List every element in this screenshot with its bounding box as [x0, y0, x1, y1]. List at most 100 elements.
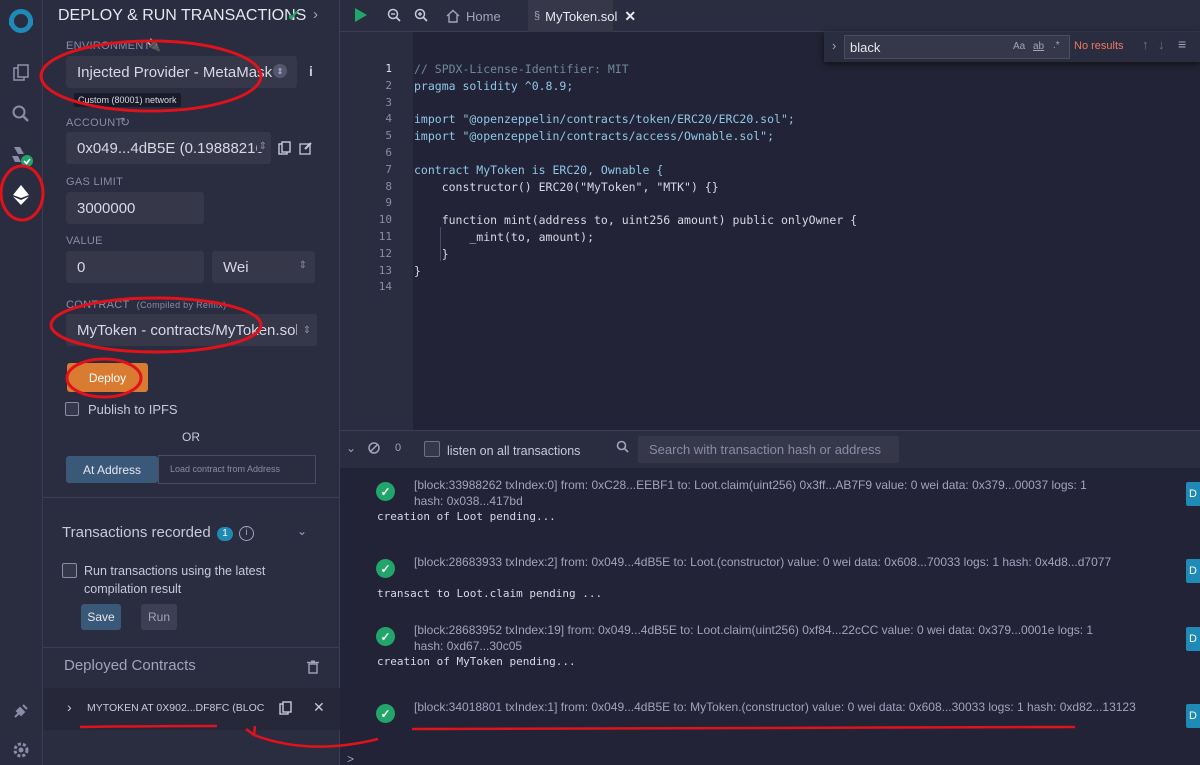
search-icon[interactable]: [6, 99, 36, 129]
value-unit-select[interactable]: Wei ⇕: [212, 251, 315, 283]
clear-icon[interactable]: [368, 441, 380, 459]
terminal-prompt[interactable]: >: [347, 752, 354, 765]
line-number: 13: [378, 263, 392, 277]
chevron-right-icon[interactable]: ›: [832, 38, 836, 53]
at-address-button[interactable]: At Address: [66, 456, 158, 483]
plugin-manager-icon[interactable]: [6, 696, 36, 726]
contract-sublabel: (Compiled by Remix): [136, 300, 227, 310]
deployed-contract-item[interactable]: › MYTOKEN AT 0X902...DF8FC (BLOC ✕: [43, 688, 340, 730]
regex-toggle[interactable]: .*: [1053, 40, 1060, 51]
close-icon[interactable]: ✕: [313, 699, 325, 716]
log-entry[interactable]: [block:33988262 txIndex:0] from: 0xC28..…: [414, 477, 1184, 509]
find-input[interactable]: black Aa ab .*: [844, 35, 1070, 59]
line-number: 11: [378, 230, 392, 243]
code-line: contract MyToken is ERC20, Ownable {: [414, 162, 664, 177]
chevron-right-icon[interactable]: ›: [313, 6, 318, 23]
line-number: 4: [385, 112, 392, 126]
log-line: [block:34018801 txIndex:1] from: 0x049..…: [414, 700, 1136, 714]
trash-icon[interactable]: [307, 660, 319, 679]
contract-label-text: CONTRACT: [66, 299, 130, 311]
refresh-icon[interactable]: ↻: [120, 115, 130, 129]
pending-message: creation of Loot pending...: [377, 510, 556, 523]
tab-home[interactable]: Home: [438, 0, 528, 32]
line-number: 7: [385, 162, 392, 176]
code-line: }: [414, 263, 421, 278]
gas-limit-label: GAS LIMIT: [66, 176, 124, 188]
play-icon[interactable]: [354, 7, 368, 28]
info-icon[interactable]: i: [309, 63, 313, 79]
divider: [43, 647, 340, 648]
or-label: OR: [182, 430, 200, 444]
remix-logo-icon[interactable]: [6, 6, 36, 36]
at-address-input[interactable]: Load contract from Address: [158, 455, 316, 484]
pending-message: creation of MyToken pending...: [377, 655, 576, 668]
line-number: 9: [385, 196, 392, 210]
debug-button[interactable]: D: [1186, 704, 1200, 728]
chevron-right-icon[interactable]: ›: [67, 699, 72, 715]
match-case-toggle[interactable]: Aa: [1013, 41, 1025, 52]
panel-title: DEPLOY & RUN TRANSACTIONS: [58, 7, 307, 24]
gas-limit-input[interactable]: 3000000: [66, 192, 204, 224]
terminal-toolbar: ⌄ 0 listen on all transactions Search wi…: [340, 430, 1200, 468]
run-latest-line1: Run transactions using the latest: [84, 564, 266, 578]
value-input[interactable]: 0: [66, 251, 204, 283]
copy-icon[interactable]: [278, 141, 291, 160]
save-button[interactable]: Save: [81, 604, 121, 630]
contract-label: CONTRACT (Compiled by Remix): [66, 299, 226, 311]
listen-checkbox[interactable]: [424, 441, 440, 457]
code-line: import "@openzeppelin/contracts/token/ER…: [414, 112, 795, 127]
icon-bar: [0, 0, 43, 765]
info-circle-icon[interactable]: i: [239, 526, 254, 541]
file-explorer-icon[interactable]: [6, 58, 36, 88]
verified-check-icon: ✔: [287, 8, 301, 25]
divider: [43, 497, 340, 498]
log-entry[interactable]: [block:28683933 txIndex:2] from: 0x049..…: [414, 554, 1184, 570]
code-line: function mint(address to, uint256 amount…: [414, 213, 858, 228]
environment-select[interactable]: Injected Provider - MetaMask ⇕: [66, 56, 297, 88]
copy-icon[interactable]: [279, 701, 292, 720]
contract-select[interactable]: MyToken - contracts/MyToken.sol ⇕: [66, 314, 317, 346]
debug-button[interactable]: D: [1186, 627, 1200, 651]
indent-guide: [440, 227, 441, 261]
deploy-button[interactable]: Deploy: [67, 363, 148, 392]
solidity-compiler-icon[interactable]: [6, 140, 36, 170]
code-line: import "@openzeppelin/contracts/access/O…: [414, 129, 775, 144]
select-arrows-icon: ⇕: [273, 64, 287, 78]
debug-button[interactable]: D: [1186, 482, 1200, 506]
chevron-double-down-icon[interactable]: ⌄: [346, 441, 356, 455]
account-select-value: 0x049...4dB5E (0.19888216: [77, 139, 264, 157]
deploy-run-icon[interactable]: [6, 180, 36, 210]
whole-word-toggle[interactable]: ab: [1033, 41, 1044, 52]
menu-icon[interactable]: ≡: [1178, 36, 1186, 52]
line-number: 8: [385, 179, 392, 193]
code-line: pragma solidity ^0.8.9;: [414, 78, 574, 93]
transactions-recorded-label[interactable]: Transactions recorded: [62, 524, 211, 541]
value-unit-value: Wei: [223, 258, 249, 276]
chevron-down-icon[interactable]: ⌄: [297, 524, 307, 538]
log-entry[interactable]: [block:28683952 txIndex:19] from: 0x049.…: [414, 622, 1184, 654]
account-label: ACCOUNT: [66, 117, 123, 129]
edit-icon[interactable]: [299, 141, 313, 160]
line-number: 3: [385, 95, 392, 109]
log-line: [block:28683952 txIndex:19] from: 0x049.…: [414, 623, 1094, 637]
run-button[interactable]: Run: [141, 604, 177, 630]
close-tab-icon[interactable]: ✕: [624, 8, 636, 25]
arrow-down-icon[interactable]: ↓: [1158, 37, 1165, 52]
success-check-icon: ✓: [376, 482, 395, 501]
arrow-up-icon[interactable]: ↑: [1142, 37, 1149, 52]
log-entry[interactable]: [block:34018801 txIndex:1] from: 0x049..…: [414, 699, 1184, 715]
success-check-icon: ✓: [376, 627, 395, 646]
zoom-in-icon[interactable]: [414, 8, 428, 27]
tab-mytoken-sol[interactable]: § MyToken.sol ✕: [528, 0, 636, 32]
find-result: No results: [1074, 40, 1124, 52]
settings-gear-icon[interactable]: [6, 735, 36, 765]
account-select[interactable]: 0x049...4dB5E (0.19888216 ⇕: [66, 132, 271, 164]
code-line: _mint(to, amount);: [414, 230, 595, 244]
debug-button[interactable]: D: [1186, 559, 1200, 583]
transaction-search-input[interactable]: Search with transaction hash or address: [638, 436, 899, 463]
zoom-out-icon[interactable]: [387, 8, 401, 27]
success-check-icon: ✓: [376, 559, 395, 578]
run-latest-checkbox[interactable]: [62, 563, 77, 578]
publish-ipfs-checkbox[interactable]: [65, 402, 79, 416]
line-number: 6: [385, 146, 392, 159]
